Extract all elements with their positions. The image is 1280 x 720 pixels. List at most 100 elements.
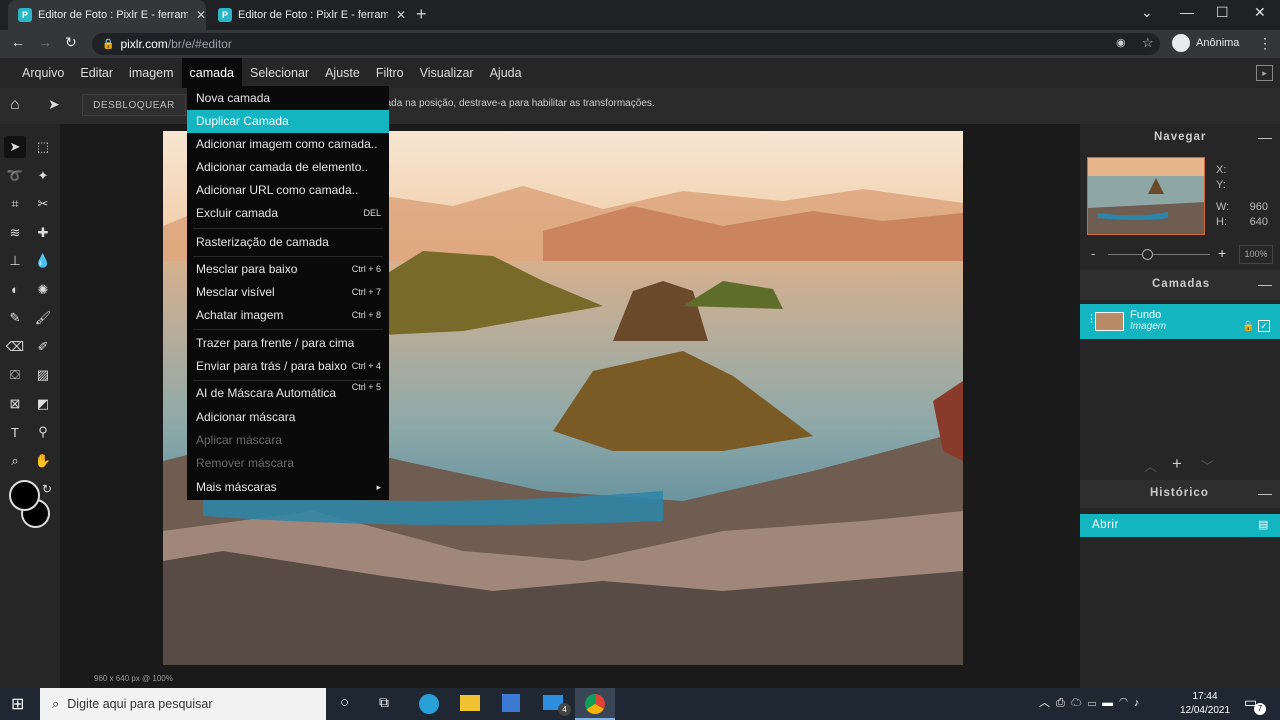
cortana-icon[interactable]: ○	[340, 694, 349, 711]
close-tab-icon[interactable]: ✕	[396, 8, 406, 22]
menu-camada[interactable]: camada	[181, 58, 242, 88]
lasso-tool-icon[interactable]: ➰	[4, 165, 26, 187]
menuitem-adicionar-url[interactable]: Adicionar URL como camada..	[187, 179, 389, 202]
menuitem-adicionar-imagem[interactable]: Adicionar imagem como camada..	[187, 133, 389, 156]
menuitem-enviar-tras[interactable]: Enviar para trás / para baixo Ctrl + 4	[187, 355, 389, 378]
profile-button[interactable]: Anônima	[1172, 34, 1239, 52]
tab-search-icon[interactable]: ⌄	[1141, 4, 1153, 21]
menu-ajuste[interactable]: Ajuste	[317, 58, 368, 88]
reload-icon[interactable]: ↻	[65, 34, 77, 51]
swap-colors-icon[interactable]: ↻	[42, 482, 52, 496]
unlock-button[interactable]: DESBLOQUEAR	[82, 94, 186, 116]
address-bar[interactable]: 🔒 pixlr.com /br/e/#editor	[92, 33, 1160, 55]
file-explorer-icon[interactable]	[460, 695, 480, 711]
sponge-tool-icon[interactable]: ✺	[32, 279, 54, 301]
system-tray-icons[interactable]: ︿⎙☁▭▬◠♪	[1039, 694, 1145, 710]
fill-tool-icon[interactable]: ⛋	[4, 364, 26, 386]
menu-filtro[interactable]: Filtro	[368, 58, 412, 88]
blur-tool-icon[interactable]: 💧	[32, 250, 54, 272]
menu-visualizar[interactable]: Visualizar	[412, 58, 482, 88]
pencil-tool-icon[interactable]: ✎	[4, 307, 26, 329]
close-window-icon[interactable]: ✕	[1254, 4, 1266, 21]
collapse-panel-icon[interactable]: ▸	[1256, 65, 1273, 81]
zoom-in-icon[interactable]: +	[1218, 245, 1226, 261]
menu-arquivo[interactable]: Arquivo	[14, 58, 72, 88]
history-collapse-icon[interactable]: —	[1258, 485, 1272, 501]
zoom-slider-handle[interactable]	[1142, 249, 1153, 260]
back-icon[interactable]: ←	[11, 34, 25, 50]
arrange-tool-icon[interactable]: ➤	[4, 136, 26, 158]
primary-color-swatch[interactable]	[9, 480, 40, 511]
magic-wand-icon[interactable]: ✦	[32, 165, 54, 187]
taskbar-clock[interactable]: 17:44 12/04/2021	[1176, 690, 1234, 718]
edge-icon[interactable]	[419, 694, 439, 714]
drawing-tool-icon[interactable]: ⊠	[4, 393, 26, 415]
menuitem-mesclar-visivel[interactable]: Mesclar visível Ctrl + 7	[187, 281, 389, 304]
heal-tool-icon[interactable]: ✚	[32, 222, 54, 244]
navigator-thumbnail[interactable]	[1087, 157, 1205, 235]
layer-type: Imagem	[1130, 321, 1167, 332]
new-tab-icon[interactable]: +	[416, 4, 427, 25]
crop-tool-icon[interactable]: ⌗	[4, 193, 26, 215]
maximize-icon[interactable]: ☐	[1216, 4, 1229, 21]
home-icon[interactable]: ⌂	[10, 96, 20, 114]
marquee-tool-icon[interactable]: ⬚	[32, 136, 54, 158]
add-layer-icon[interactable]: +	[1172, 454, 1182, 474]
menu-selecionar[interactable]: Selecionar	[242, 58, 317, 88]
brush-tool-icon[interactable]: 🖌	[32, 307, 54, 329]
color-replace-icon[interactable]: ✐	[32, 336, 54, 358]
menuitem-duplicar-camada[interactable]: Duplicar Camada	[187, 110, 389, 133]
menuitem-excluir-camada[interactable]: Excluir camada DEL	[187, 202, 389, 225]
zoom-level[interactable]: 100%	[1239, 245, 1273, 264]
menuitem-mesclar-baixo[interactable]: Mesclar para baixo Ctrl + 6	[187, 258, 389, 281]
chrome-taskbar-button[interactable]	[575, 688, 615, 720]
menuitem-label: Mesclar visível	[196, 285, 275, 299]
navigator-collapse-icon[interactable]: —	[1258, 129, 1272, 145]
shape-tool-icon[interactable]: ◩	[32, 393, 54, 415]
layer-move-down-icon[interactable]: ﹀	[1201, 456, 1214, 475]
gradient-tool-icon[interactable]: ▨	[32, 364, 54, 386]
menuitem-trazer-frente[interactable]: Trazer para frente / para cima	[187, 332, 389, 355]
browser-tab-2[interactable]: P Editor de Foto : Pixlr E - ferramen ✕	[208, 0, 406, 30]
layers-collapse-icon[interactable]: —	[1258, 276, 1272, 292]
zoom-slider[interactable]	[1108, 254, 1210, 255]
incognito-eye-icon[interactable]: ◉	[1116, 36, 1126, 49]
kebab-menu-icon[interactable]: ⋮	[1258, 35, 1272, 52]
menuitem-mais-mascaras[interactable]: Mais máscaras ▸	[187, 476, 389, 499]
layer-row[interactable]: ⋮ Fundo Imagem 🔒 ✓	[1080, 304, 1280, 339]
layer-lock-icon[interactable]: 🔒	[1242, 321, 1254, 332]
eraser-tool-icon[interactable]: ⌫	[4, 336, 26, 358]
browser-tab-1[interactable]: P Editor de Foto : Pixlr E - ferramen ✕	[8, 0, 206, 30]
history-item[interactable]: Abrir ▤	[1080, 514, 1280, 537]
layer-visible-checkbox-icon[interactable]: ✓	[1258, 320, 1270, 332]
close-tab-icon[interactable]: ✕	[196, 8, 206, 22]
menu-imagem[interactable]: imagem	[121, 58, 181, 88]
menuitem-adicionar-mascara[interactable]: Adicionar máscara	[187, 406, 389, 429]
dodge-burn-icon[interactable]: ◐	[4, 279, 26, 301]
zoom-out-icon[interactable]: -	[1091, 246, 1095, 261]
liquify-tool-icon[interactable]: ≋	[4, 222, 26, 244]
bookmark-star-icon[interactable]: ☆	[1142, 35, 1154, 51]
menuitem-achatar-imagem[interactable]: Achatar imagem Ctrl + 8	[187, 304, 389, 327]
hand-tool-icon[interactable]: ✋	[32, 450, 54, 472]
menu-editar[interactable]: Editar	[72, 58, 121, 88]
zoom-tool-icon[interactable]: ⌕	[4, 450, 26, 472]
menuitem-ai-mascara[interactable]: AI de Máscara Automática Ctrl + 5	[187, 382, 389, 405]
text-tool-icon[interactable]: T	[4, 421, 26, 443]
menuitem-nova-camada[interactable]: Nova camada	[187, 87, 389, 110]
clone-stamp-icon[interactable]: ⊥	[4, 250, 26, 272]
cutout-tool-icon[interactable]: ✂	[32, 193, 54, 215]
menuitem-rasterizacao[interactable]: Rasterização de camada	[187, 231, 389, 254]
windows-start-icon[interactable]: ⊞	[11, 694, 24, 714]
color-picker-icon[interactable]: ⚲	[32, 421, 54, 443]
task-view-icon[interactable]: ⧉	[379, 694, 389, 711]
menuitem-adicionar-elemento[interactable]: Adicionar camada de elemento..	[187, 156, 389, 179]
tab-title: Editor de Foto : Pixlr E - ferramen	[38, 9, 188, 21]
arrange-tool-icon[interactable]: ➤	[48, 96, 60, 113]
minimize-icon[interactable]: —	[1180, 4, 1194, 20]
menu-ajuda[interactable]: Ajuda	[482, 58, 530, 88]
forward-icon[interactable]: →	[38, 34, 52, 50]
taskbar-search-input[interactable]: ⌕ Digite aqui para pesquisar	[40, 688, 326, 720]
layer-move-up-icon[interactable]: ︿	[1144, 456, 1157, 475]
store-icon[interactable]	[502, 694, 520, 712]
